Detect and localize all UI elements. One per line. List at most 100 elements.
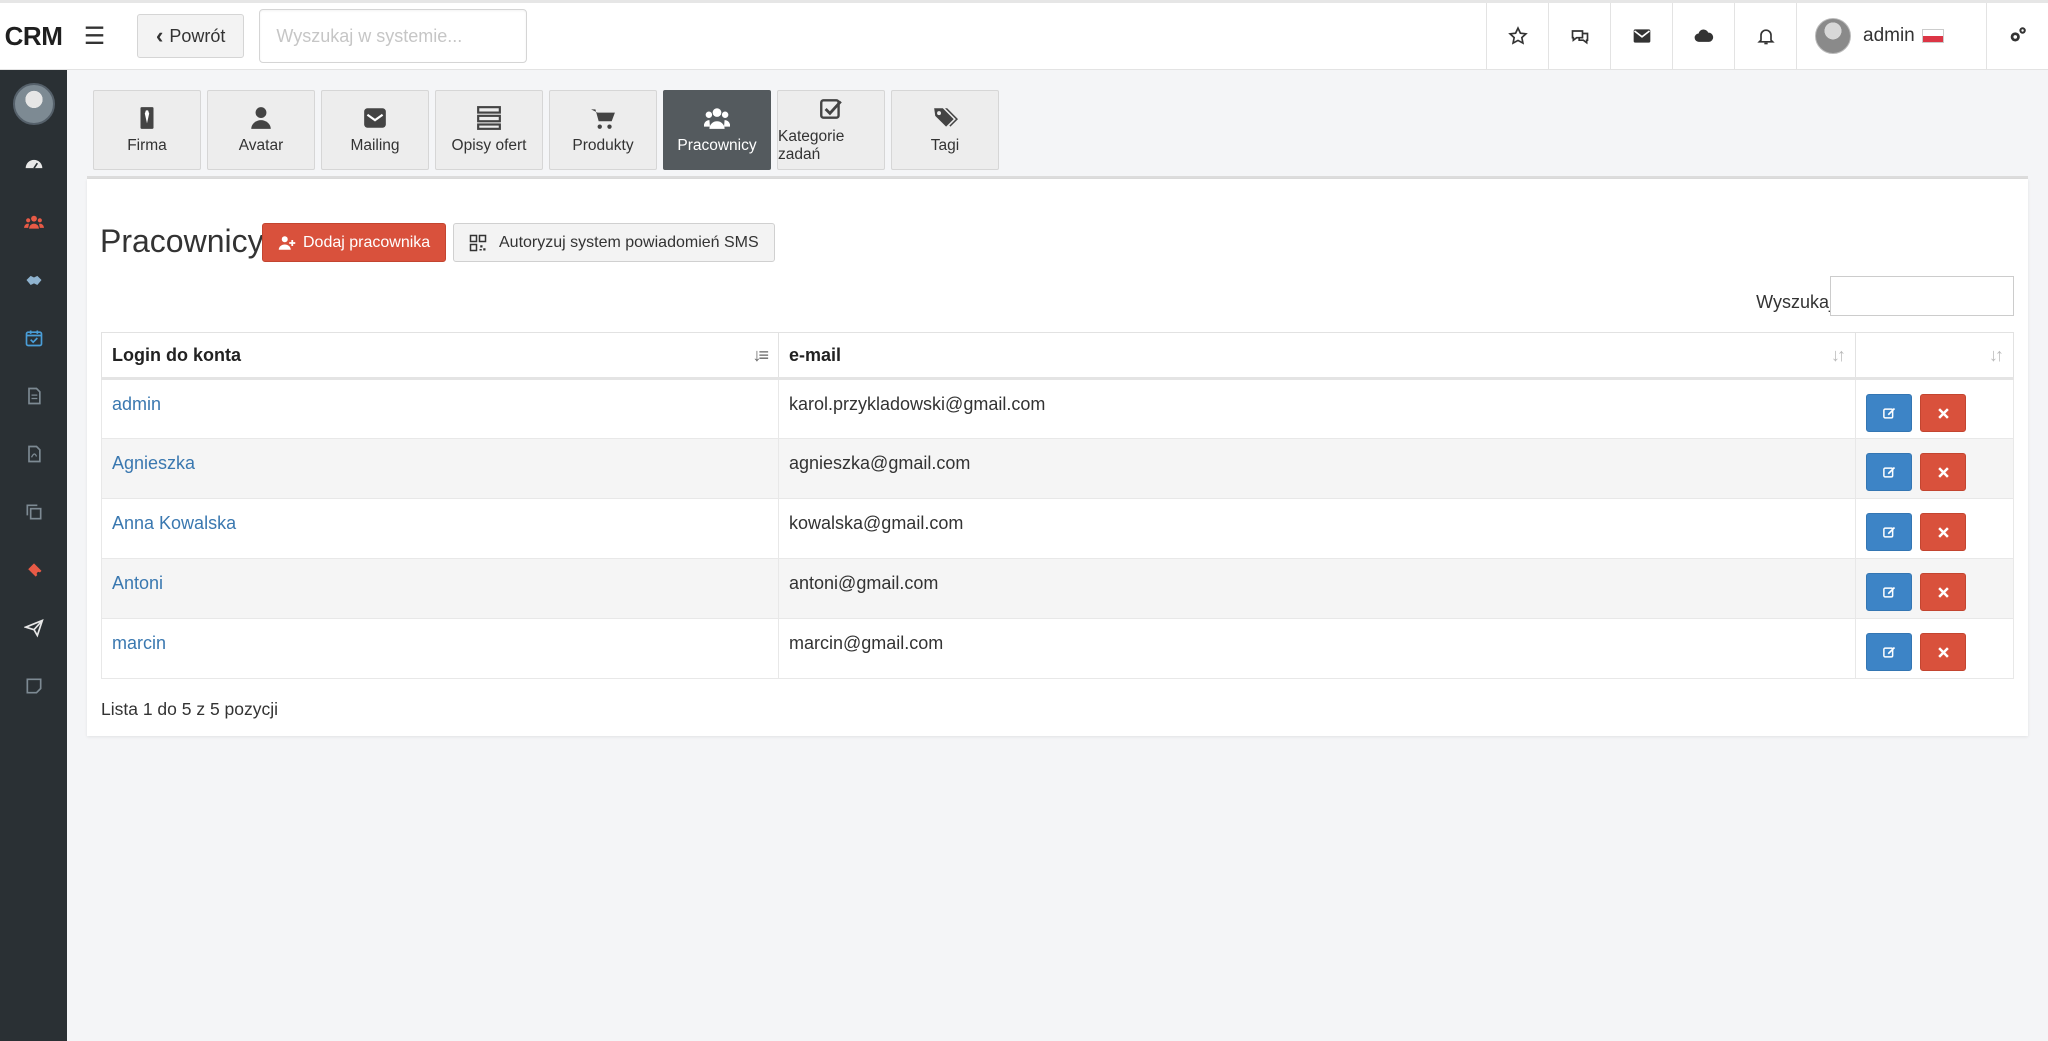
- employee-login-link[interactable]: Agnieszka: [112, 453, 195, 473]
- settings-tabs: Firma Avatar Mailing Opisy ofert Produkt…: [93, 90, 999, 170]
- close-icon: [1937, 646, 1949, 658]
- email-cell: karol.przykladowski@gmail.com: [778, 378, 1856, 439]
- brand-logo[interactable]: CRM: [0, 3, 67, 70]
- table-row: marcin marcin@gmail.com: [101, 618, 2014, 679]
- sidebar-item-pdf[interactable]: [0, 435, 67, 473]
- employees-table: Login do konta ↓≡ e-mail ↓↑ ↓↑ admin kar…: [101, 332, 2014, 679]
- user-name: admin: [1863, 25, 1945, 47]
- sidebar-item-notes[interactable]: [0, 667, 67, 705]
- login-cell: admin: [101, 378, 779, 439]
- envelope-icon: [364, 108, 386, 128]
- sidebar-item-dashboard[interactable]: [0, 145, 67, 183]
- chat-icon[interactable]: [1548, 2, 1610, 70]
- tie-icon: [140, 107, 154, 129]
- tab-firma[interactable]: Firma: [93, 90, 201, 170]
- actions-cell: [1855, 378, 2014, 439]
- handshake-icon: [26, 275, 41, 285]
- poland-flag-icon: [1922, 28, 1945, 43]
- top-right-actions: admin: [1486, 2, 2048, 70]
- edit-button[interactable]: [1866, 633, 1912, 671]
- table-row: admin karol.przykladowski@gmail.com: [101, 378, 2014, 439]
- close-icon: [1937, 586, 1949, 598]
- employee-login-link[interactable]: admin: [112, 394, 161, 414]
- employee-login-link[interactable]: Antoni: [112, 573, 163, 593]
- email-cell: agnieszka@gmail.com: [778, 438, 1856, 499]
- file-icon: [27, 387, 41, 405]
- tab-avatar[interactable]: Avatar: [207, 90, 315, 170]
- envelope-icon[interactable]: [1610, 2, 1672, 70]
- tab-kategorie-zadan[interactable]: Kategorie zadań: [777, 90, 885, 170]
- sidebar-item-send[interactable]: [0, 609, 67, 647]
- edit-button[interactable]: [1866, 453, 1912, 491]
- user-icon: [251, 107, 271, 129]
- authorize-sms-label: Autoryzuj system powiadomień SMS: [499, 233, 759, 251]
- table-search-label: Wyszukaj:: [1756, 292, 1838, 312]
- employee-login-link[interactable]: marcin: [112, 633, 166, 653]
- tab-tagi[interactable]: Tagi: [891, 90, 999, 170]
- back-button[interactable]: ‹ Powrót: [137, 14, 245, 58]
- email-cell: antoni@gmail.com: [778, 558, 1856, 619]
- avatar: [1815, 18, 1851, 54]
- sort-icon: ↓↑: [1831, 345, 1846, 365]
- login-cell: Agnieszka: [101, 438, 779, 499]
- sidebar-item-calendar[interactable]: [0, 319, 67, 357]
- delete-button[interactable]: [1920, 394, 1967, 432]
- sort-asc-icon: ↓≡: [752, 345, 768, 365]
- actions-cell: [1855, 498, 2014, 559]
- delete-button[interactable]: [1920, 633, 1967, 671]
- table-row: Anna Kowalska kowalska@gmail.com: [101, 498, 2014, 559]
- delete-button[interactable]: [1920, 573, 1967, 611]
- edit-icon: [1882, 526, 1895, 538]
- email-cell: marcin@gmail.com: [778, 618, 1856, 679]
- sidebar-item-copies[interactable]: [0, 493, 67, 531]
- edit-button[interactable]: [1866, 394, 1912, 432]
- sidebar-avatar[interactable]: [12, 83, 55, 125]
- authorize-sms-button[interactable]: Autoryzuj system powiadomień SMS: [453, 223, 775, 262]
- tab-pracownicy[interactable]: Pracownicy: [663, 90, 771, 170]
- server-icon: [477, 106, 501, 130]
- cart-icon: [591, 109, 615, 129]
- users-icon: [704, 108, 730, 129]
- dashboard-icon: [25, 159, 42, 169]
- global-search-input[interactable]: [259, 9, 528, 63]
- edit-button[interactable]: [1866, 573, 1912, 611]
- column-header-email[interactable]: e-mail ↓↑: [778, 332, 1856, 380]
- column-header-actions[interactable]: ↓↑: [1855, 332, 2014, 380]
- actions-cell: [1855, 438, 2014, 499]
- sidebar-item-tickets[interactable]: [0, 551, 67, 589]
- column-header-login[interactable]: Login do konta ↓≡: [101, 332, 779, 380]
- close-icon: [1937, 466, 1949, 478]
- user-menu[interactable]: admin: [1796, 2, 1986, 70]
- delete-button[interactable]: [1920, 453, 1967, 491]
- sidebar-item-contacts[interactable]: [0, 261, 67, 299]
- settings-gears-icon[interactable]: [1986, 2, 2048, 70]
- close-icon: [1937, 407, 1949, 419]
- add-employee-button[interactable]: Dodaj pracownika: [262, 223, 447, 262]
- qrcode-icon: [469, 234, 487, 251]
- table-row: Antoni antoni@gmail.com: [101, 558, 2014, 619]
- bell-icon[interactable]: [1734, 2, 1796, 70]
- edit-icon: [1882, 646, 1895, 658]
- tab-opisy-ofert[interactable]: Opisy ofert: [435, 90, 543, 170]
- edit-button[interactable]: [1866, 513, 1912, 551]
- sidebar-item-users[interactable]: [0, 203, 67, 241]
- login-cell: marcin: [101, 618, 779, 679]
- cloud-icon[interactable]: [1672, 2, 1734, 70]
- calendar-check-icon: [25, 330, 42, 347]
- sidebar-item-documents[interactable]: [0, 377, 67, 415]
- users-icon: [23, 215, 44, 229]
- tab-label: Kategorie zadań: [778, 128, 845, 163]
- tab-mailing[interactable]: Mailing: [321, 90, 429, 170]
- email-cell: kowalska@gmail.com: [778, 498, 1856, 559]
- file-pdf-icon: [27, 445, 41, 463]
- employee-login-link[interactable]: Anna Kowalska: [112, 513, 236, 533]
- tags-icon: [934, 108, 958, 127]
- tab-label: Avatar: [238, 137, 284, 154]
- star-icon[interactable]: [1486, 2, 1548, 70]
- tab-produkty[interactable]: Produkty: [549, 90, 657, 170]
- menu-toggle-icon[interactable]: ☰: [67, 3, 122, 70]
- table-search-input[interactable]: [1830, 276, 2014, 316]
- check-square-icon: [820, 99, 842, 119]
- close-icon: [1937, 526, 1949, 538]
- delete-button[interactable]: [1920, 513, 1967, 551]
